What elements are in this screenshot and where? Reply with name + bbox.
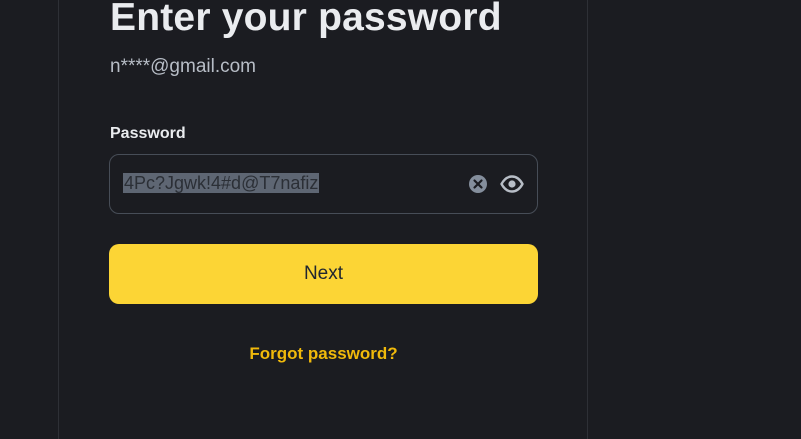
page-title: Enter your password (110, 0, 502, 39)
clear-icon[interactable] (468, 174, 488, 194)
password-field[interactable]: 4Pc?Jgwk!4#d@T7nafiz (109, 154, 538, 214)
masked-email: n****@gmail.com (110, 56, 257, 77)
forgot-password-link[interactable]: Forgot password? (109, 343, 538, 365)
password-input[interactable]: 4Pc?Jgwk!4#d@T7nafiz (123, 171, 320, 195)
password-value-selected: 4Pc?Jgwk!4#d@T7nafiz (123, 173, 320, 193)
eye-icon[interactable] (500, 173, 524, 195)
password-label: Password (110, 125, 186, 142)
next-button[interactable]: Next (109, 244, 538, 304)
